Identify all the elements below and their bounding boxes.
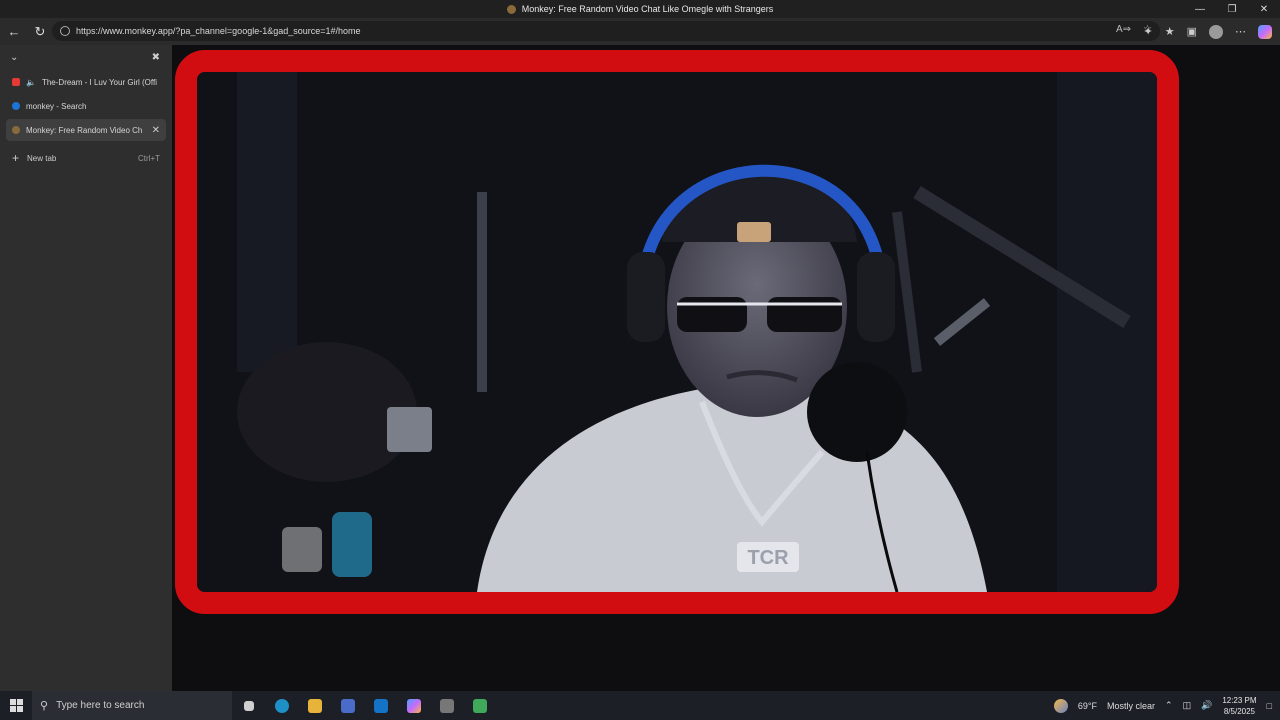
new-tab-label: New tab [27,153,57,163]
speaker-icon[interactable]: 🔈 [26,78,36,87]
plus-icon: + [12,151,20,165]
store-icon[interactable] [331,691,364,720]
favorites-icon[interactable]: ★ [1165,25,1175,38]
url-text[interactable]: https://www.monkey.app/?pa_channel=googl… [76,26,361,36]
copilot-app-icon[interactable] [397,691,430,720]
sidebar-header: ⌄ ✖ [0,45,172,69]
outlook-icon[interactable] [364,691,397,720]
address-bar[interactable]: https://www.monkey.app/?pa_channel=googl… [52,21,1160,41]
collections-icon[interactable]: ▣ [1187,25,1197,38]
tab-monkey-search[interactable]: monkey - Search [6,95,166,117]
extensions-icon[interactable]: ✦ [1144,25,1153,38]
new-tab-shortcut: Ctrl+T [138,153,160,163]
copilot-icon[interactable] [1258,24,1272,39]
windows-logo-icon [9,699,23,712]
weather-condition[interactable]: Mostly clear [1107,701,1155,711]
clock[interactable]: 12:23 PM 8/5/2025 [1222,695,1256,717]
tab-label: The-Dream - I Luv Your Girl (Offi [41,77,157,87]
restore-icon[interactable]: ❐ [1216,0,1248,18]
new-tab-button[interactable]: + New tab Ctrl+T [6,147,166,169]
page-content: TCR [172,45,1280,691]
close-icon[interactable]: ✕ [1248,0,1280,18]
monkey-favicon-icon [12,126,20,134]
read-aloud-icon[interactable]: A⇒ [1116,24,1131,35]
bing-icon [12,102,20,110]
tab-label: Monkey: Free Random Video Ch [26,125,143,135]
file-explorer-icon[interactable] [298,691,331,720]
video-scene: TCR [197,72,1157,592]
search-placeholder: Type here to search [56,700,145,711]
remote-video-feed: TCR [197,72,1157,592]
window-controls: — ❐ ✕ [1184,0,1280,18]
notification-icon[interactable]: □ [1267,701,1272,711]
task-view-icon[interactable] [232,691,265,720]
unpin-pane-icon[interactable]: ✖ [152,52,160,63]
chevron-up-icon[interactable]: ⌃ [1165,700,1173,711]
clock-time: 12:23 PM [1222,695,1257,705]
tab-monkey-active[interactable]: Monkey: Free Random Video Ch ✕ [6,119,166,141]
more-icon[interactable]: ⋯ [1235,25,1246,38]
site-favicon-icon [506,4,516,14]
vertical-tabs-sidebar: ⌄ ✖ 🔈 The-Dream - I Luv Your Girl (Offi … [0,45,172,691]
minecraft-icon[interactable] [463,691,496,720]
edge-icon[interactable] [265,691,298,720]
start-button[interactable] [0,691,32,720]
system-tray: 69°F Mostly clear ⌃ ◫ 🔊 12:23 PM 8/5/202… [1053,691,1280,720]
windows-taskbar: ⚲ Type here to search 69°F Mostly clear … [0,691,1280,720]
tab-label: monkey - Search [26,101,87,111]
search-icon: ⚲ [40,700,49,712]
profile-icon[interactable] [1209,24,1223,39]
weather-temp[interactable]: 69°F [1078,701,1097,711]
youtube-icon [12,78,20,86]
tab-the-dream[interactable]: 🔈 The-Dream - I Luv Your Girl (Offi [6,71,166,93]
refresh-icon[interactable]: ↻ [28,20,52,44]
window-title: Monkey: Free Random Video Chat Like Omeg… [521,4,774,14]
chain-pendant-text: TCR [747,547,789,569]
close-tab-icon[interactable]: ✕ [152,125,160,136]
collapse-chevron-icon[interactable]: ⌄ [10,52,18,63]
video-frame: TCR [175,50,1179,614]
network-icon[interactable]: ◫ [1183,700,1192,711]
taskbar-search[interactable]: ⚲ Type here to search [32,691,232,720]
weather-icon[interactable] [1053,698,1068,713]
title-bar: Monkey: Free Random Video Chat Like Omeg… [0,0,1280,18]
speaker-tray-icon[interactable]: 🔊 [1201,700,1212,711]
clock-date: 8/5/2025 [1223,706,1255,716]
app-icon[interactable] [430,691,463,720]
back-icon[interactable]: ← [2,20,26,44]
minimize-icon[interactable]: — [1184,0,1216,18]
browser-toolbar: ← ↻ https://www.monkey.app/?pa_channel=g… [0,18,1280,45]
site-info-icon[interactable] [60,26,70,36]
